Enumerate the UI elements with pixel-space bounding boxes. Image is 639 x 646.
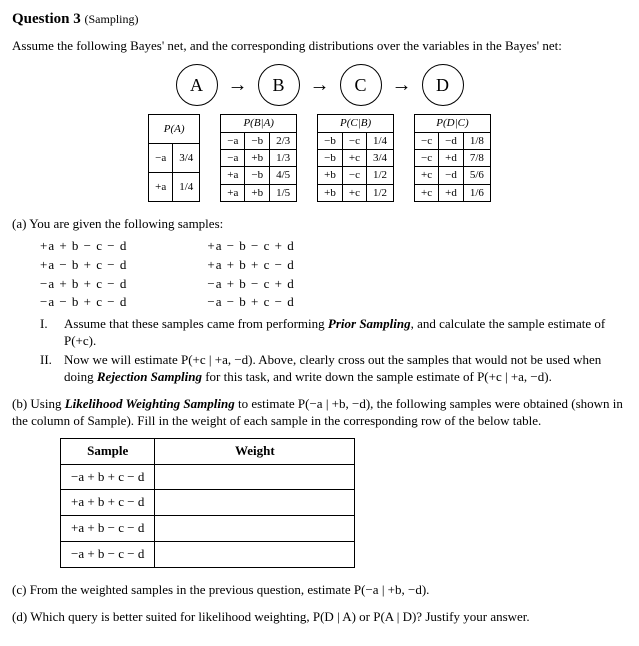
sample: +a + b − c − d (40, 237, 127, 256)
likelihood-weighting-table: SampleWeight −a + b + c − d +a + b + c −… (60, 438, 355, 568)
likelihood-weighting-em: Likelihood Weighting Sampling (65, 396, 235, 411)
cpt-pa: P(A) −a3/4 +a1/4 (148, 114, 200, 201)
cpt-pba: P(B|A) −a−b2/3 −a+b1/3 +a−b4/5 +a+b1/5 (220, 114, 297, 201)
cpt-pdc: P(D|C) −c−d1/8 −c+d7/8 +c−d5/6 +c+d1/6 (414, 114, 491, 201)
part-d-text: Which query is better suited for likelih… (30, 609, 529, 624)
part-c-text: From the weighted samples in the previou… (30, 582, 430, 597)
sample: −a − b + c − d (207, 293, 294, 312)
sample: −a − b + c − d (40, 293, 127, 312)
rejection-sampling-em: Rejection Sampling (97, 369, 202, 384)
part-a-lead: You are given the following samples: (29, 216, 223, 231)
samples-col-1: +a + b − c − d +a − b + c − d −a + b + c… (40, 237, 127, 313)
node-d: D (422, 64, 464, 106)
part-b-label: (b) (12, 396, 27, 411)
sample: −a + b + c − d (40, 275, 127, 294)
lw-header-sample: Sample (61, 438, 155, 464)
arrow-icon: → (310, 72, 330, 98)
samples-grid: +a + b − c − d +a − b + c − d −a + b + c… (40, 237, 627, 313)
part-c: (c) From the weighted samples in the pre… (12, 582, 627, 599)
part-b: (b) Using Likelihood Weighting Sampling … (12, 396, 627, 568)
arrow-icon: → (392, 72, 412, 98)
part-c-label: (c) (12, 582, 26, 597)
part-a-ii: II. Now we will estimate P(+c | +a, −d).… (40, 352, 627, 386)
sample: +a + b + c − d (207, 256, 294, 275)
part-d-label: (d) (12, 609, 27, 624)
part-a-i: I. Assume that these samples came from p… (40, 316, 627, 350)
table-row: +a + b + c − d (61, 490, 355, 516)
sample: +a − b + c − d (40, 256, 127, 275)
sample: −a + b − c + d (207, 275, 294, 294)
bayes-net-diagram: A → B → C → D (12, 64, 627, 106)
arrow-icon: → (228, 72, 248, 98)
cpt-pcb: P(C|B) −b−c1/4 −b+c3/4 +b−c1/2 +b+c1/2 (317, 114, 394, 201)
sample: +a − b − c + d (207, 237, 294, 256)
part-a: (a) You are given the following samples:… (12, 216, 627, 386)
table-row: −a + b + c − d (61, 464, 355, 490)
node-a: A (176, 64, 218, 106)
intro-text: Assume the following Bayes' net, and the… (12, 38, 627, 55)
part-a-label: (a) (12, 216, 26, 231)
cpt-tables-row: P(A) −a3/4 +a1/4 P(B|A) −a−b2/3 −a+b1/3 … (12, 114, 627, 201)
question-subtitle: (Sampling) (85, 12, 139, 26)
table-row: +a + b − c − d (61, 516, 355, 542)
roman-i: I. (40, 316, 64, 350)
lw-header-weight: Weight (155, 438, 355, 464)
node-c: C (340, 64, 382, 106)
part-a-sublist: I. Assume that these samples came from p… (40, 316, 627, 386)
prior-sampling-em: Prior Sampling (328, 316, 411, 331)
question-header: Question 3 (Sampling) (12, 10, 627, 30)
part-d: (d) Which query is better suited for lik… (12, 609, 627, 626)
roman-ii: II. (40, 352, 64, 386)
question-title: Question 3 (12, 11, 81, 27)
node-b: B (258, 64, 300, 106)
samples-col-2: +a − b − c + d +a + b + c − d −a + b − c… (207, 237, 294, 313)
table-row: −a + b − c − d (61, 542, 355, 568)
